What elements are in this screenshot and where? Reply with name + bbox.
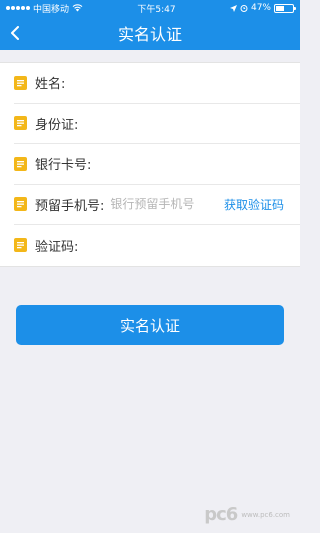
time-label: 下午5:47 <box>137 4 176 15</box>
submit-button[interactable]: 实名认证 <box>16 305 284 345</box>
name-label: 姓名: <box>35 77 66 93</box>
phone-input[interactable] <box>110 197 224 212</box>
code-row: 验证码: <box>14 225 300 266</box>
location-icon <box>229 4 237 12</box>
code-input[interactable] <box>84 238 284 253</box>
verification-form: 姓名: 身份证: 银行卡号: 预留手机号: 银行预留手机号 获取验证码 验证码: <box>0 62 300 267</box>
get-code-button[interactable]: 获取验证码 <box>224 196 284 213</box>
carrier-label: 中国移动 <box>33 4 70 15</box>
watermark: pc6 www.pc6.com <box>204 504 290 525</box>
phone-row: 预留手机号: 获取验证码 <box>14 185 300 225</box>
id-number-input[interactable] <box>84 116 284 131</box>
signal-icon <box>6 6 30 10</box>
status-right: 47% <box>229 3 296 13</box>
code-label: 验证码: <box>35 239 79 255</box>
note-icon <box>14 197 27 212</box>
watermark-site: www.pc6.com <box>241 510 290 519</box>
nav-bar: 实名认证 <box>0 16 300 50</box>
alarm-icon <box>240 5 248 12</box>
watermark-logo: pc6 <box>204 504 238 525</box>
id-row: 身份证: <box>14 104 300 144</box>
battery-percent: 47% <box>250 3 271 13</box>
page-title: 实名认证 <box>117 25 182 44</box>
note-icon <box>14 156 27 171</box>
note-icon <box>14 238 27 253</box>
back-button[interactable] <box>10 16 38 50</box>
card-row: 银行卡号: <box>14 144 300 185</box>
status-bar: 中国移动 下午5:47 47% <box>0 0 300 16</box>
id-label: 身份证: <box>35 117 79 133</box>
top-bar: 中国移动 下午5:47 47% 实名认证 <box>0 0 300 50</box>
wifi-icon <box>72 4 83 12</box>
battery-icon <box>274 3 296 13</box>
card-label: 银行卡号: <box>35 158 92 174</box>
battery-fill <box>276 5 284 11</box>
card-number-input[interactable] <box>97 156 284 171</box>
screen: 中国移动 下午5:47 47% 实名认证 姓名: 身份证: 银行卡号: 预留手机… <box>0 0 300 533</box>
note-icon <box>14 116 27 131</box>
chevron-left-icon <box>11 26 19 40</box>
name-input[interactable] <box>71 75 284 90</box>
name-row: 姓名: <box>14 63 300 104</box>
status-left: 中国移动 <box>6 2 83 15</box>
note-icon <box>14 75 27 90</box>
phone-label: 预留手机号: <box>35 198 105 214</box>
